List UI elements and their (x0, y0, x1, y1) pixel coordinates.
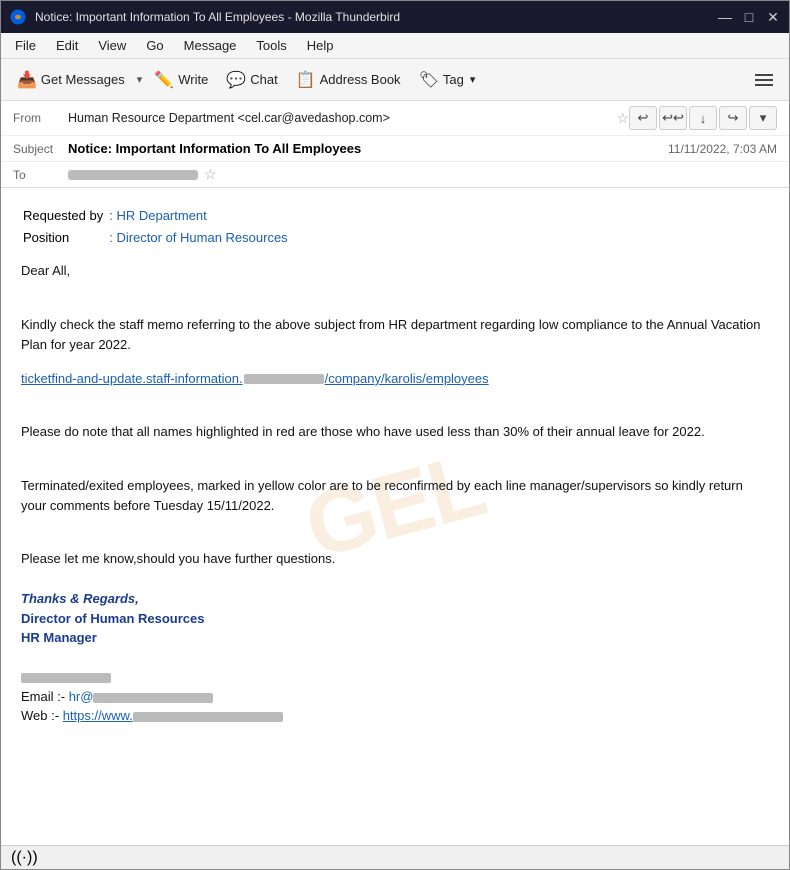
from-row: From Human Resource Department <cel.car@… (1, 101, 789, 136)
get-messages-dropdown[interactable]: ▾ (135, 69, 145, 90)
requested-by-label: Requested by (23, 206, 107, 226)
sig-email-blurred (93, 693, 213, 703)
sig-phone-blurred (21, 673, 111, 683)
toolbar: 📥 Get Messages ▾ ✏️ Write 💬 Chat 📋 Addre… (1, 59, 789, 101)
minimize-button[interactable]: — (717, 9, 733, 25)
greeting: Dear All, (21, 261, 769, 281)
menu-message[interactable]: Message (176, 36, 245, 55)
sig-phone-row (21, 667, 769, 687)
menu-bar: File Edit View Go Message Tools Help (1, 33, 789, 59)
sig-email-link[interactable]: hr@ (69, 689, 214, 704)
toolbar-right (747, 68, 781, 92)
get-messages-button[interactable]: 📥 Get Messages (9, 66, 133, 94)
position-label: Position (23, 228, 107, 248)
paragraph-1: Kindly check the staff memo referring to… (21, 315, 769, 355)
hamburger-line (755, 74, 773, 76)
chat-button[interactable]: 💬 Chat (218, 66, 285, 94)
signature: Thanks & Regards, Director of Human Reso… (21, 589, 769, 726)
to-row: To ☆ (1, 162, 789, 187)
address-book-icon: 📋 (296, 70, 316, 90)
tag-dropdown-icon: ▾ (470, 73, 476, 86)
reply-all-button[interactable]: ↩↩ (659, 106, 687, 130)
main-window: Notice: Important Information To All Emp… (0, 0, 790, 870)
paragraph-4: Please let me know,should you have furth… (21, 549, 769, 569)
timestamp: 11/11/2022, 7:03 AM (668, 142, 777, 156)
sig-web-value: https://www. (63, 708, 133, 723)
sig-web-link[interactable]: https://www. (63, 708, 283, 723)
sig-hr: HR Manager (21, 628, 769, 648)
hamburger-line (755, 79, 773, 81)
menu-view[interactable]: View (90, 36, 134, 55)
window-controls: — □ ✕ (717, 9, 781, 25)
from-value: Human Resource Department <cel.car@aveda… (68, 111, 610, 125)
sig-web-blurred (133, 712, 283, 722)
email-content: Requested by : HR Department Position : … (21, 204, 769, 726)
subject-row: Subject Notice: Important Information To… (1, 136, 789, 162)
subject-value: Notice: Important Information To All Emp… (68, 141, 668, 156)
sig-email-value: hr@ (69, 689, 94, 704)
phishing-link[interactable]: ticketfind-and-update.staff-information.… (21, 371, 489, 386)
more-button[interactable]: ▾ (749, 106, 777, 130)
forward-button[interactable]: ↪ (719, 106, 747, 130)
to-label: To (13, 168, 68, 182)
hamburger-menu[interactable] (747, 68, 781, 92)
link-suffix: /company/karolis/employees (325, 371, 489, 386)
position-value: : Director of Human Resources (109, 228, 287, 248)
sig-email-row: Email :- hr@ (21, 687, 769, 707)
menu-tools[interactable]: Tools (248, 36, 294, 55)
email-action-buttons: ↩ ↩↩ ↓ ↪ ▾ (629, 106, 777, 130)
hamburger-line (755, 84, 773, 86)
scroll-down-button[interactable]: ↓ (689, 106, 717, 130)
thunderbird-icon (9, 8, 27, 26)
link-prefix: ticketfind-and-update.staff-information. (21, 371, 243, 386)
sig-web-row: Web :- https://www. (21, 706, 769, 726)
email-header: From Human Resource Department <cel.car@… (1, 101, 789, 188)
write-icon: ✏️ (154, 70, 174, 90)
window-title: Notice: Important Information To All Emp… (35, 10, 717, 24)
menu-edit[interactable]: Edit (48, 36, 86, 55)
menu-file[interactable]: File (7, 36, 44, 55)
tag-icon: 🏷 (419, 70, 439, 90)
link-domain-blurred (244, 374, 324, 384)
menu-help[interactable]: Help (299, 36, 342, 55)
menu-go[interactable]: Go (138, 36, 171, 55)
inbox-icon: 📥 (17, 70, 37, 90)
phishing-link-container: ticketfind-and-update.staff-information.… (21, 369, 769, 389)
close-button[interactable]: ✕ (765, 9, 781, 25)
requested-by-value: : HR Department (109, 206, 287, 226)
write-button[interactable]: ✏️ Write (146, 66, 216, 94)
subject-label: Subject (13, 142, 68, 156)
status-bar: ((·)) (1, 845, 789, 869)
to-value-blurred (68, 170, 198, 180)
address-book-button[interactable]: 📋 Address Book (288, 66, 409, 94)
to-star-icon[interactable]: ☆ (204, 166, 217, 183)
title-bar: Notice: Important Information To All Emp… (1, 1, 789, 33)
connection-icon: ((·)) (11, 849, 38, 867)
chat-icon: 💬 (226, 70, 246, 90)
sig-thanks: Thanks & Regards, (21, 589, 769, 609)
paragraph-2: Please do note that all names highlighte… (21, 422, 769, 442)
meta-table: Requested by : HR Department Position : … (21, 204, 290, 249)
maximize-button[interactable]: □ (741, 9, 757, 25)
tag-button[interactable]: 🏷 Tag ▾ (411, 66, 484, 94)
from-label: From (13, 111, 68, 125)
paragraph-3: Terminated/exited employees, marked in y… (21, 476, 769, 516)
from-star-icon[interactable]: ☆ (616, 110, 629, 127)
email-body: GEL Requested by : HR Department Positio… (1, 188, 789, 845)
reply-button[interactable]: ↩ (629, 106, 657, 130)
sig-email-prefix: Email :- (21, 689, 65, 704)
sig-director: Director of Human Resources (21, 609, 769, 629)
sig-web-prefix: Web :- (21, 708, 59, 723)
